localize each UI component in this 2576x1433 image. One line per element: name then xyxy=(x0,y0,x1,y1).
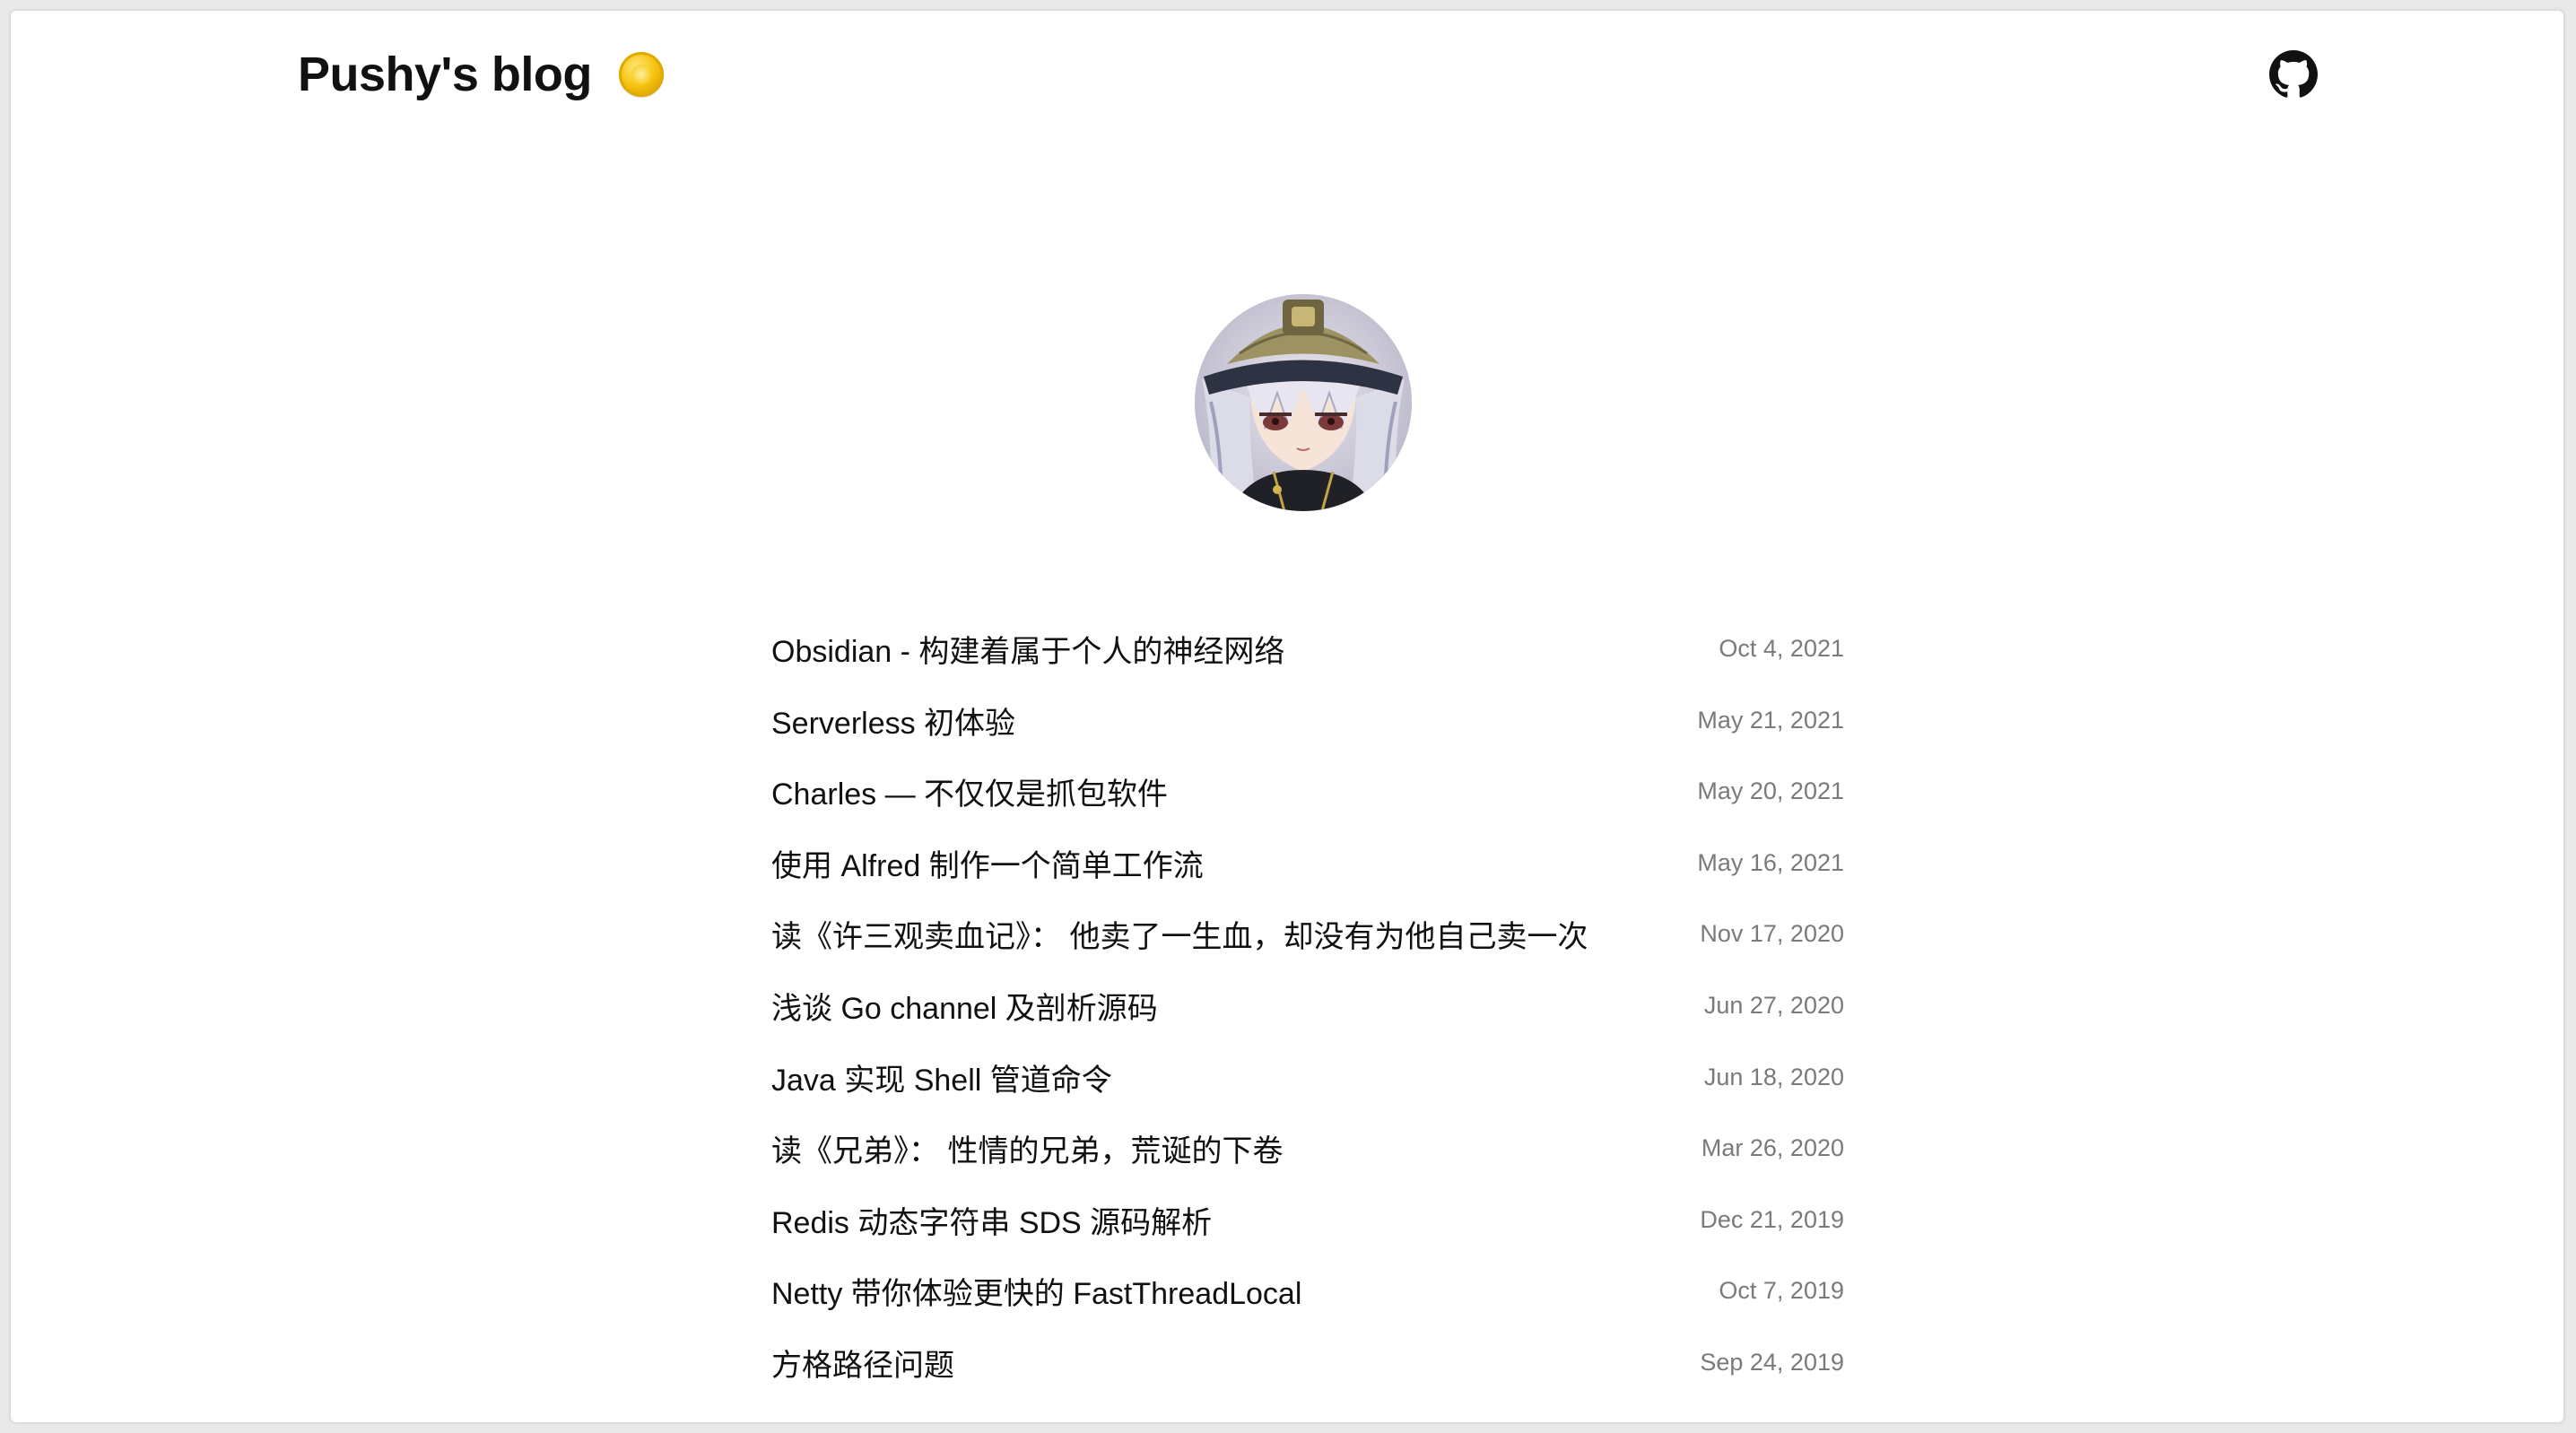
post-item: 方格路径问题 Sep 24, 2019 xyxy=(771,1343,1844,1415)
post-title-link[interactable]: 使用 Alfred 制作一个简单工作流 xyxy=(771,844,1204,889)
post-date: May 20, 2021 xyxy=(1697,777,1844,805)
post-title-link[interactable]: Java 实现 Shell 管道命令 xyxy=(771,1058,1112,1103)
post-title-link[interactable]: 读《许三观卖血记》： 他卖了一生血，却没有为他自己卖一次 xyxy=(771,915,1588,960)
coin-icon xyxy=(619,52,664,97)
post-date: Oct 7, 2019 xyxy=(1719,1277,1844,1305)
post-item: 读《许三观卖血记》： 他卖了一生血，却没有为他自己卖一次 Nov 17, 202… xyxy=(771,915,1844,986)
github-link[interactable] xyxy=(2269,50,2318,99)
site-header: Pushy's blog xyxy=(11,11,2563,127)
post-title-link[interactable]: Netty 带你体验更快的 FastThreadLocal xyxy=(771,1272,1301,1316)
post-item: Serverless 初体验 May 21, 2021 xyxy=(771,701,1844,773)
post-date: Sep 24, 2019 xyxy=(1700,1348,1844,1376)
post-title-link[interactable]: Serverless 初体验 xyxy=(771,701,1015,746)
post-item: Java 实现 Shell 管道命令 Jun 18, 2020 xyxy=(771,1058,1844,1130)
post-item: 读《兄弟》： 性情的兄弟，荒诞的下卷 Mar 26, 2020 xyxy=(771,1129,1844,1201)
post-item: Obsidian - 构建着属于个人的神经网络 Oct 4, 2021 xyxy=(771,630,1844,701)
post-title-link[interactable]: 方格路径问题 xyxy=(771,1343,954,1388)
post-date: Jun 18, 2020 xyxy=(1703,1063,1844,1090)
post-list: Obsidian - 构建着属于个人的神经网络 Oct 4, 2021 Serv… xyxy=(771,630,1844,1415)
post-title-link[interactable]: Redis 动态字符串 SDS 源码解析 xyxy=(771,1201,1212,1246)
post-item: Redis 动态字符串 SDS 源码解析 Dec 21, 2019 xyxy=(771,1201,1844,1272)
avatar xyxy=(1195,294,1412,511)
post-date: May 21, 2021 xyxy=(1697,706,1844,734)
post-date: Nov 17, 2020 xyxy=(1700,920,1844,948)
post-date: Oct 4, 2021 xyxy=(1719,635,1844,662)
post-item: 浅谈 Go channel 及剖析源码 Jun 27, 2020 xyxy=(771,986,1844,1058)
github-icon xyxy=(2269,50,2318,98)
post-date: Dec 21, 2019 xyxy=(1700,1205,1844,1233)
browser-page: Pushy's blog Obsidian - 构建着属于个人的神经网络 Oct… xyxy=(11,11,2563,1422)
post-item: Netty 带你体验更快的 FastThreadLocal Oct 7, 201… xyxy=(771,1272,1844,1343)
post-title-link[interactable]: 浅谈 Go channel 及剖析源码 xyxy=(771,986,1158,1031)
post-date: Mar 26, 2020 xyxy=(1701,1134,1844,1162)
post-title-link[interactable]: Charles — 不仅仅是抓包软件 xyxy=(771,772,1168,817)
post-item: 使用 Alfred 制作一个简单工作流 May 16, 2021 xyxy=(771,844,1844,916)
post-title-link[interactable]: 读《兄弟》： 性情的兄弟，荒诞的下卷 xyxy=(771,1129,1283,1174)
post-title-link[interactable]: Obsidian - 构建着属于个人的神经网络 xyxy=(771,630,1284,674)
post-date: May 16, 2021 xyxy=(1697,848,1844,876)
post-date: Jun 27, 2020 xyxy=(1703,991,1844,1019)
post-item: Charles — 不仅仅是抓包软件 May 20, 2021 xyxy=(771,772,1844,844)
avatar-image xyxy=(1195,294,1412,511)
site-title-link[interactable]: Pushy's blog xyxy=(298,43,592,106)
